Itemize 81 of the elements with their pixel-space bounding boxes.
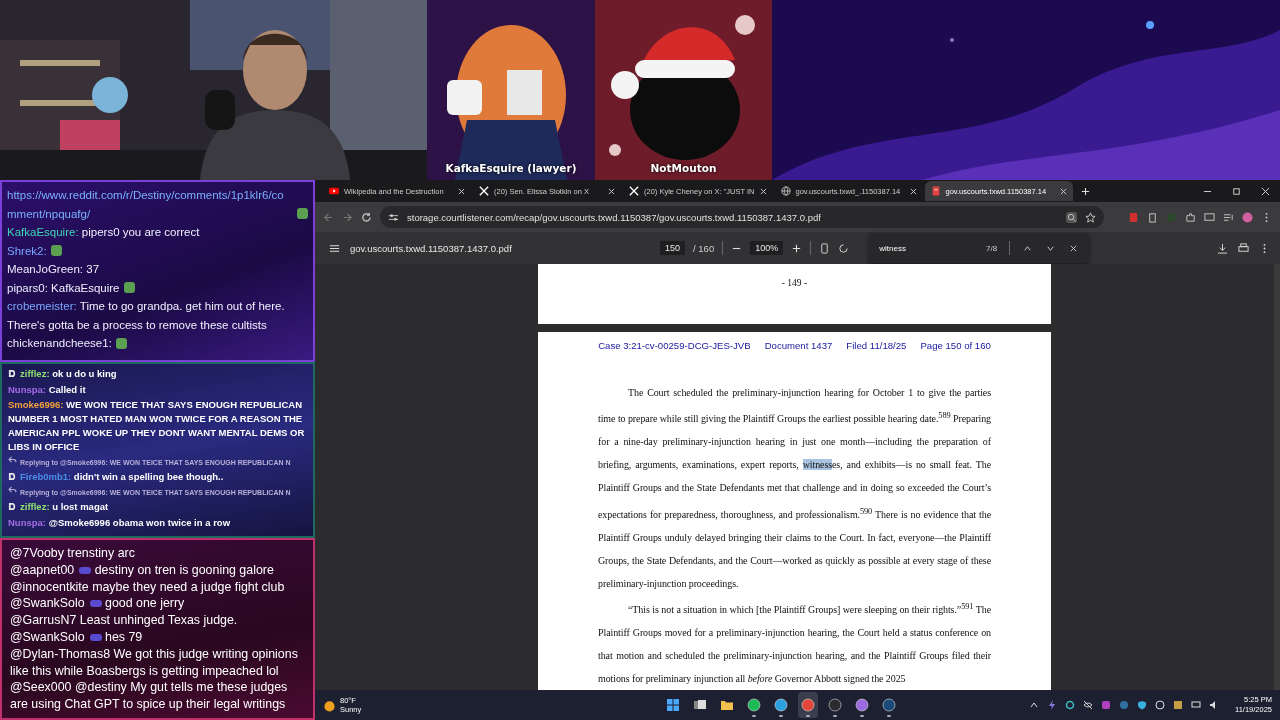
chat-message: zifflez: ok u do u king: [20, 367, 117, 381]
case-header: Document 1437: [764, 340, 833, 351]
maximize-icon[interactable]: [1232, 186, 1241, 196]
zoom-in-icon[interactable]: [791, 242, 803, 254]
case-header: Case 3:21-cv-00259-DCG-JES-JVB: [598, 340, 751, 351]
shield-icon[interactable]: [1137, 700, 1147, 710]
forward-icon[interactable]: [342, 211, 353, 223]
reply-arrow-icon: [8, 485, 17, 493]
case-header: Filed 11/18/25: [846, 340, 907, 351]
avatar-icon[interactable]: [1242, 211, 1253, 223]
chat-link[interactable]: https://www.reddit.com/r/Destiny/comments/1p1klr6/comment/npquafg/: [7, 186, 293, 223]
puzzle-icon[interactable]: [1185, 211, 1196, 223]
chat-message: Nunspa: @Smoke6996 obama won twice in a row: [8, 515, 231, 530]
lightning-icon[interactable]: [1047, 700, 1057, 710]
back-icon[interactable]: [323, 211, 334, 223]
chat-message: @7Vooby trenstiny arc: [10, 545, 136, 562]
lens-icon[interactable]: [1066, 211, 1077, 223]
chat-message: chickenandcheese1:: [7, 336, 112, 351]
chat-message: @innocentkite maybe they need a judge fight club: [10, 578, 286, 596]
close-icon[interactable]: [1059, 187, 1067, 195]
cast-icon[interactable]: [1204, 211, 1215, 223]
rotate-icon[interactable]: [838, 242, 850, 254]
globe-icon: [780, 186, 791, 196]
page-total: / 160: [693, 242, 715, 254]
download-icon[interactable]: [1217, 242, 1228, 254]
chat-message: Smoke6996: WE WON TEICE THAT SAYS ENOUGH REPUBLICAN NUMBER 1 MOST HATED MAN WON TWICE FOR A REASON THE AMERICAN PPL WOKE UP THEY DONT WANT MENTAL DEMS OR LIBS IN OFFICE: [8, 398, 306, 454]
chat-message: zifflez: u lost magat: [20, 500, 109, 514]
chat-message: crobemeister: Time to go grandpa. get him out of here. There's gotta be a process to remove these cultists: [7, 299, 286, 333]
chat-message: @SwankSolo hes 79: [10, 629, 144, 646]
paragraph: The Court scheduled the preliminary-injunction hearing for October 1 to give the parties time to prepare while still giving the Plaintiff Groups the earliest possible hearing date.$^{589}$ Preparing for a nine-day preliminary-injunction hearing in just one month—including the preparation of briefing, arguments, examinations, expert reports, witnesses, and exhibits—is no small feat. The Plaintiff Groups and the State Defendants met that challenge and in doing so exceeded the Court’s expectations for preparedness, thoroughness, and professionalism.$^{590}$ There is no evidence that the Plaintiff Groups unduly delayed bringing their claims to the Court. In fact, everyone—the Plaintiff Groups, the State Defendants, and the Court—worked as quickly as possible at every stage of these preliminary-injunction proceedings.: [598, 386, 991, 591]
zoom-field[interactable]: 100%: [750, 241, 784, 255]
case-header: Page 150 of 160: [920, 340, 991, 351]
file-name: gov.uscourts.txwd.1150387.1437.0.pdf: [350, 242, 513, 254]
page-number: - 149 -: [781, 278, 808, 290]
star-icon[interactable]: [1085, 211, 1096, 223]
sun-icon: [323, 698, 336, 712]
guest-name: KafkaEsquire (lawyer): [444, 162, 578, 174]
sliders-icon[interactable]: [388, 211, 399, 223]
document-icon: [930, 186, 941, 196]
windows-icon[interactable]: [693, 698, 707, 712]
close-icon[interactable]: [458, 187, 465, 195]
app-icon[interactable]: [855, 698, 869, 712]
new-tab-icon[interactable]: [1080, 186, 1090, 196]
x-logo-icon: [479, 186, 489, 196]
start-icon[interactable]: [666, 698, 680, 712]
chat-message: @GarrusN7 Least unhinged Texas judge.: [10, 612, 239, 629]
reply-arrow-icon: [8, 455, 17, 463]
chat-message: Nunspa: Called it: [8, 382, 86, 397]
chat-message: @Seex000 @destiny My gut tells me these judges are using Chat GPT to spice up their legal writings: [10, 679, 289, 713]
close-icon[interactable]: [1261, 186, 1270, 196]
chat-message: MeanJoGreen: 37: [7, 262, 100, 277]
network-icon[interactable]: [1191, 700, 1201, 710]
chat-message: @Dylan-Thomas8 We got this judge writing opinions like this while Boasbergs is getting impeached lol: [10, 645, 299, 680]
close-icon[interactable]: [608, 187, 615, 195]
play-icon: [329, 186, 339, 196]
chat-message: @SwankSolo good one jerry: [10, 595, 186, 613]
chat-message: Shrek2:: [7, 243, 47, 259]
clipboard-icon[interactable]: [1147, 211, 1158, 223]
ring-icon[interactable]: [1065, 700, 1075, 710]
menu-icon[interactable]: [329, 242, 340, 254]
eye-off-icon[interactable]: [1083, 700, 1093, 710]
chevron-up-icon[interactable]: [1029, 700, 1039, 710]
match-count: 7/8: [986, 243, 998, 253]
media-icon[interactable]: [1223, 211, 1234, 223]
close-icon[interactable]: [759, 187, 767, 195]
x-logo-icon: [629, 186, 639, 196]
paragraph: “This is not a situation in which [the Plaintiff Groups] were sleeping on their rights.”$^{591}$ The Plaintiff Groups moved for a preliminary-injunction hearing, the Court held a status conference on that motion and scheduled the preliminary-injunction hearing, and the Plaintiff Groups filed their motions for preliminary injunction all before Governor Abbott signed the 2025: [598, 600, 991, 686]
chat-message: Fireb0mb1: didn't win a spelling bee though..: [20, 470, 224, 484]
app-icon[interactable]: [774, 698, 788, 712]
folder-icon[interactable]: [720, 698, 734, 712]
chat-message: pipars0: KafkaEsquire: [7, 280, 120, 296]
address-bar[interactable]: storage.courtlistener.com/recap/gov.uscourts.txwd.1150387/gov.uscourts.txwd.1150387.1437.0.pdf: [380, 206, 1104, 228]
find-field[interactable]: witness: [879, 243, 975, 253]
close-icon[interactable]: [909, 187, 917, 195]
chat-message: KafkaEsquire: pipers0 you are correct: [7, 225, 200, 240]
chat-message: @aapnet00 destiny on tren is gooning galore: [10, 561, 275, 579]
app-icon[interactable]: [747, 698, 761, 712]
page-number-field[interactable]: 150: [660, 241, 686, 255]
print-icon[interactable]: [1238, 242, 1249, 254]
reload-icon[interactable]: [361, 211, 372, 223]
fit-page-icon[interactable]: [819, 242, 831, 254]
